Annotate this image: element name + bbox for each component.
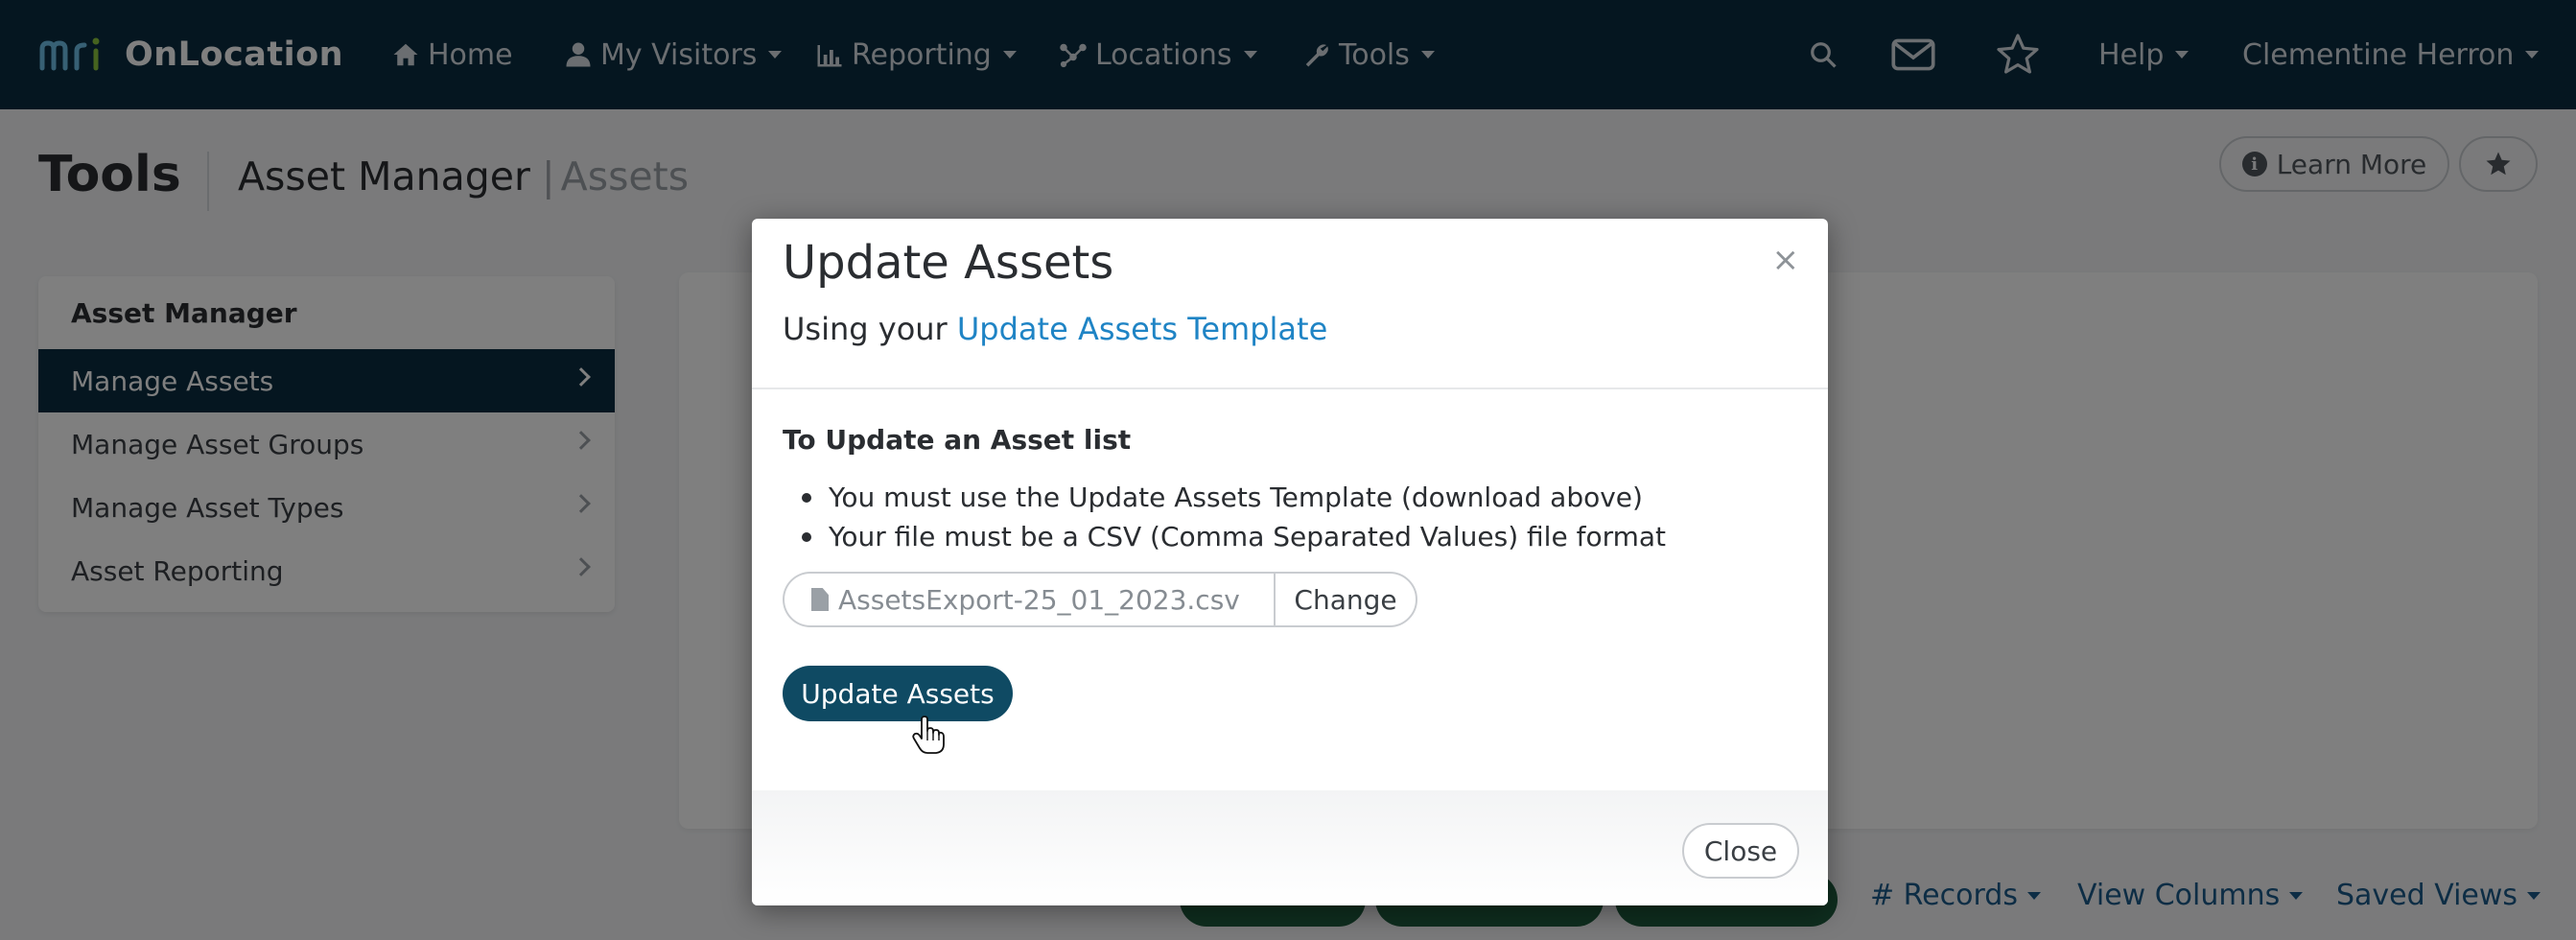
file-icon [811,588,829,611]
modal-divider [752,388,1828,389]
update-assets-modal: Update Assets × Using your Update Assets… [752,219,1828,905]
list-item: Your file must be a CSV (Comma Separated… [801,517,1666,556]
instructions-list: You must use the Update Assets Template … [801,478,1666,556]
instructions-heading: To Update an Asset list [783,424,1132,456]
close-button[interactable]: Close [1682,823,1799,879]
modal-subtitle-prefix: Using your [783,311,948,347]
update-assets-button[interactable]: Update Assets [783,666,1013,721]
modal-title: Update Assets [783,236,1114,290]
update-assets-template-link[interactable]: Update Assets Template [957,311,1327,347]
file-upload-field[interactable]: AssetsExport-25_01_2023.csv [783,572,1274,627]
modal-footer [752,790,1828,905]
list-item: You must use the Update Assets Template … [801,478,1666,517]
selected-file-name: AssetsExport-25_01_2023.csv [838,583,1240,616]
hand-pointer-icon [912,716,945,754]
change-file-button[interactable]: Change [1274,572,1417,627]
close-icon[interactable]: × [1772,244,1800,276]
modal-subtitle: Using your Update Assets Template [783,311,1327,347]
